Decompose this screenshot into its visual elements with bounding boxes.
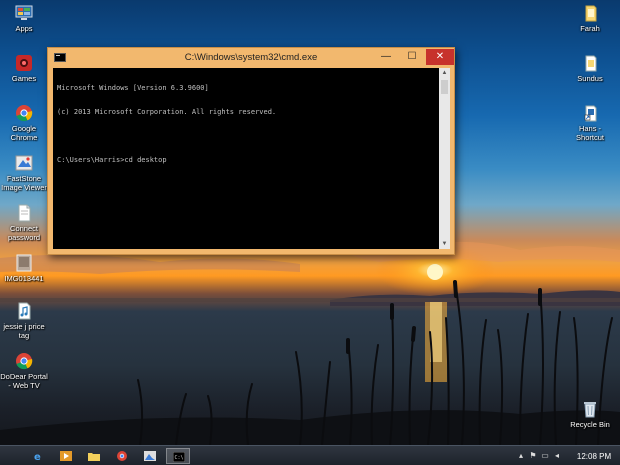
taskbar-media-player-button[interactable]: [54, 448, 78, 464]
desktop-icon-farah[interactable]: Farah: [562, 4, 618, 33]
faststone-icon: [144, 451, 156, 461]
media-player-icon: [60, 451, 72, 461]
desktop-icon-label: Connect password: [7, 224, 41, 242]
desktop-icon-label: Games: [11, 74, 37, 83]
desktop-icon-label: Apps: [15, 24, 33, 33]
minimize-button[interactable]: —: [374, 49, 398, 65]
taskbar-clock[interactable]: 12:08 PM: [572, 452, 616, 461]
desktop-icon-label: Hans - Shortcut: [576, 124, 604, 142]
console-text: Microsoft Windows [Version 6.3.9600] (c)…: [57, 68, 437, 180]
scroll-down-arrow-icon[interactable]: ▼: [439, 239, 450, 249]
desktop-icon-games[interactable]: Games: [0, 54, 52, 83]
desktop-icon-sundus[interactable]: Sundus: [562, 54, 618, 83]
chevron-up-icon[interactable]: ▴: [516, 451, 526, 461]
close-button[interactable]: ✕: [426, 49, 454, 65]
desktop-icon-label: IMG013441: [4, 274, 44, 283]
chrome-icon: [16, 105, 33, 122]
chrome-icon: [117, 451, 127, 461]
console-line: (c) 2013 Microsoft Corporation. All righ…: [57, 108, 277, 116]
cmd-window[interactable]: C:\Windows\system32\cmd.exe — ☐ ✕ Micros…: [47, 47, 455, 255]
desktop-icon-label: DoDear Portal - Web TV: [0, 372, 48, 390]
console-area[interactable]: Microsoft Windows [Version 6.3.9600] (c)…: [53, 68, 450, 249]
desktop-icon-jessie-j-price-tag[interactable]: jessie j price tag: [0, 302, 52, 340]
svg-text:C:\: C:\: [175, 455, 184, 461]
file-explorer-icon: [88, 453, 100, 461]
taskbar-faststone-button[interactable]: [138, 448, 162, 464]
audio-file-icon: [18, 302, 31, 320]
desktop-icon-label: FastStone Image Viewer: [1, 174, 47, 192]
taskbar: e C:\ ▴ ⚑ ▭ ◂ 12:08 PM: [0, 445, 620, 465]
apps-icon: [15, 5, 33, 20]
console-line: Microsoft Windows [Version 6.3.9600]: [57, 84, 209, 92]
desktop-icon-google-chrome[interactable]: Google Chrome: [0, 104, 52, 142]
desktop-icon-label: Google Chrome: [10, 124, 38, 142]
network-icon[interactable]: ▭: [540, 451, 550, 461]
desktop-icon-recycle-bin[interactable]: Recycle Bin: [562, 400, 618, 429]
desktop-icon-label: jessie j price tag: [3, 322, 45, 340]
desktop-icon-apps[interactable]: Apps: [0, 4, 52, 33]
scroll-up-arrow-icon[interactable]: ▲: [439, 68, 450, 78]
cmd-titlebar[interactable]: C:\Windows\system32\cmd.exe — ☐ ✕: [48, 48, 454, 68]
desktop-icon-label: Farah: [580, 24, 600, 33]
faststone-icon: [15, 155, 33, 171]
desktop-icon-label: Recycle Bin: [570, 420, 610, 429]
folder-icon: [585, 55, 597, 72]
taskbar-file-explorer-button[interactable]: [82, 448, 106, 464]
image-file-icon: [16, 254, 32, 272]
ie-icon: e: [34, 452, 41, 461]
document-icon: [18, 204, 31, 222]
desktop-icon-connect-password[interactable]: Connect password: [0, 204, 52, 242]
taskbar-ie-button[interactable]: e: [26, 448, 50, 464]
action-center-flag-icon[interactable]: ⚑: [528, 451, 538, 461]
shortcut-icon: [584, 105, 597, 122]
scroll-thumb[interactable]: [441, 80, 448, 94]
desktop-icon-dodear-portal[interactable]: DoDear Portal - Web TV: [0, 352, 52, 390]
taskbar-cmd-button[interactable]: C:\: [166, 448, 190, 464]
vertical-scrollbar[interactable]: ▲ ▼: [439, 68, 450, 249]
taskbar-chrome-button[interactable]: [110, 448, 134, 464]
desktop-icon-label: Sundus: [577, 74, 603, 83]
volume-icon[interactable]: ◂: [552, 451, 562, 461]
desktop-icon-hans-shortcut[interactable]: Hans - Shortcut: [562, 104, 618, 142]
desktop-icon-img013441[interactable]: IMG013441: [0, 254, 52, 283]
chrome-icon: [16, 353, 33, 370]
svg-text:e: e: [34, 452, 41, 461]
cmd-icon: C:\: [173, 452, 185, 462]
desktop-icon-faststone[interactable]: FastStone Image Viewer: [0, 154, 52, 192]
games-icon: [16, 55, 32, 71]
console-line: C:\Users\Harris>cd desktop: [57, 156, 167, 164]
maximize-button[interactable]: ☐: [400, 49, 424, 65]
folder-icon: [585, 5, 597, 22]
system-tray: ▴ ⚑ ▭ ◂ 12:08 PM: [516, 446, 616, 465]
recycle-bin-icon: [584, 402, 596, 418]
